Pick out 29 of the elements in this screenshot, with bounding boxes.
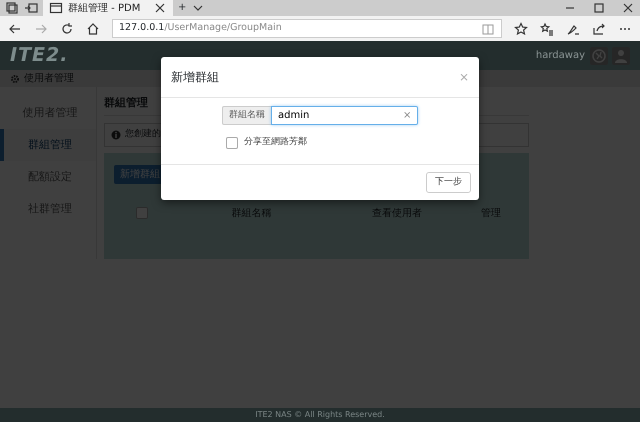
footer-text: ITE2 NAS © All Rights Reserved. — [255, 409, 385, 421]
share-checkbox[interactable] — [226, 136, 238, 149]
browser-tab[interactable]: 群組管理 - PDM — [43, 0, 173, 16]
logo: ITE2. — [10, 43, 68, 68]
group-name-field[interactable]: admin × — [271, 106, 418, 125]
forward-arrow-icon — [34, 22, 48, 36]
field-label: 群組名稱 — [222, 106, 271, 125]
refresh-icon[interactable] — [60, 22, 74, 36]
close-button[interactable]: × — [458, 68, 469, 86]
url-text: 127.0.0.1/UserManage/GroupMain — [119, 21, 283, 36]
share-icon[interactable] — [592, 22, 606, 36]
tab-preview-icon[interactable] — [5, 1, 19, 15]
tab-title: 群組管理 - PDM — [68, 2, 142, 16]
set-aside-tabs-icon[interactable] — [24, 1, 38, 15]
dialog-title: 新增群組 — [171, 69, 219, 86]
back-arrow-icon[interactable] — [8, 22, 22, 36]
address-bar[interactable]: 127.0.0.1/UserManage/GroupMain — [112, 19, 502, 38]
favorites-list-icon[interactable] — [540, 22, 554, 36]
next-button[interactable]: 下一步 — [426, 172, 471, 194]
page-icon — [49, 1, 63, 15]
checkbox-label: 分享至網路芳鄰 — [244, 136, 307, 149]
new-tab-button[interactable]: + — [173, 3, 192, 13]
maximize-icon[interactable] — [592, 1, 606, 15]
home-icon[interactable] — [86, 22, 100, 36]
star-icon[interactable] — [514, 22, 528, 36]
book-icon[interactable] — [481, 22, 495, 36]
close-icon[interactable] — [621, 1, 635, 15]
close-icon[interactable] — [153, 1, 167, 15]
user-name: hardaway — [536, 49, 585, 63]
